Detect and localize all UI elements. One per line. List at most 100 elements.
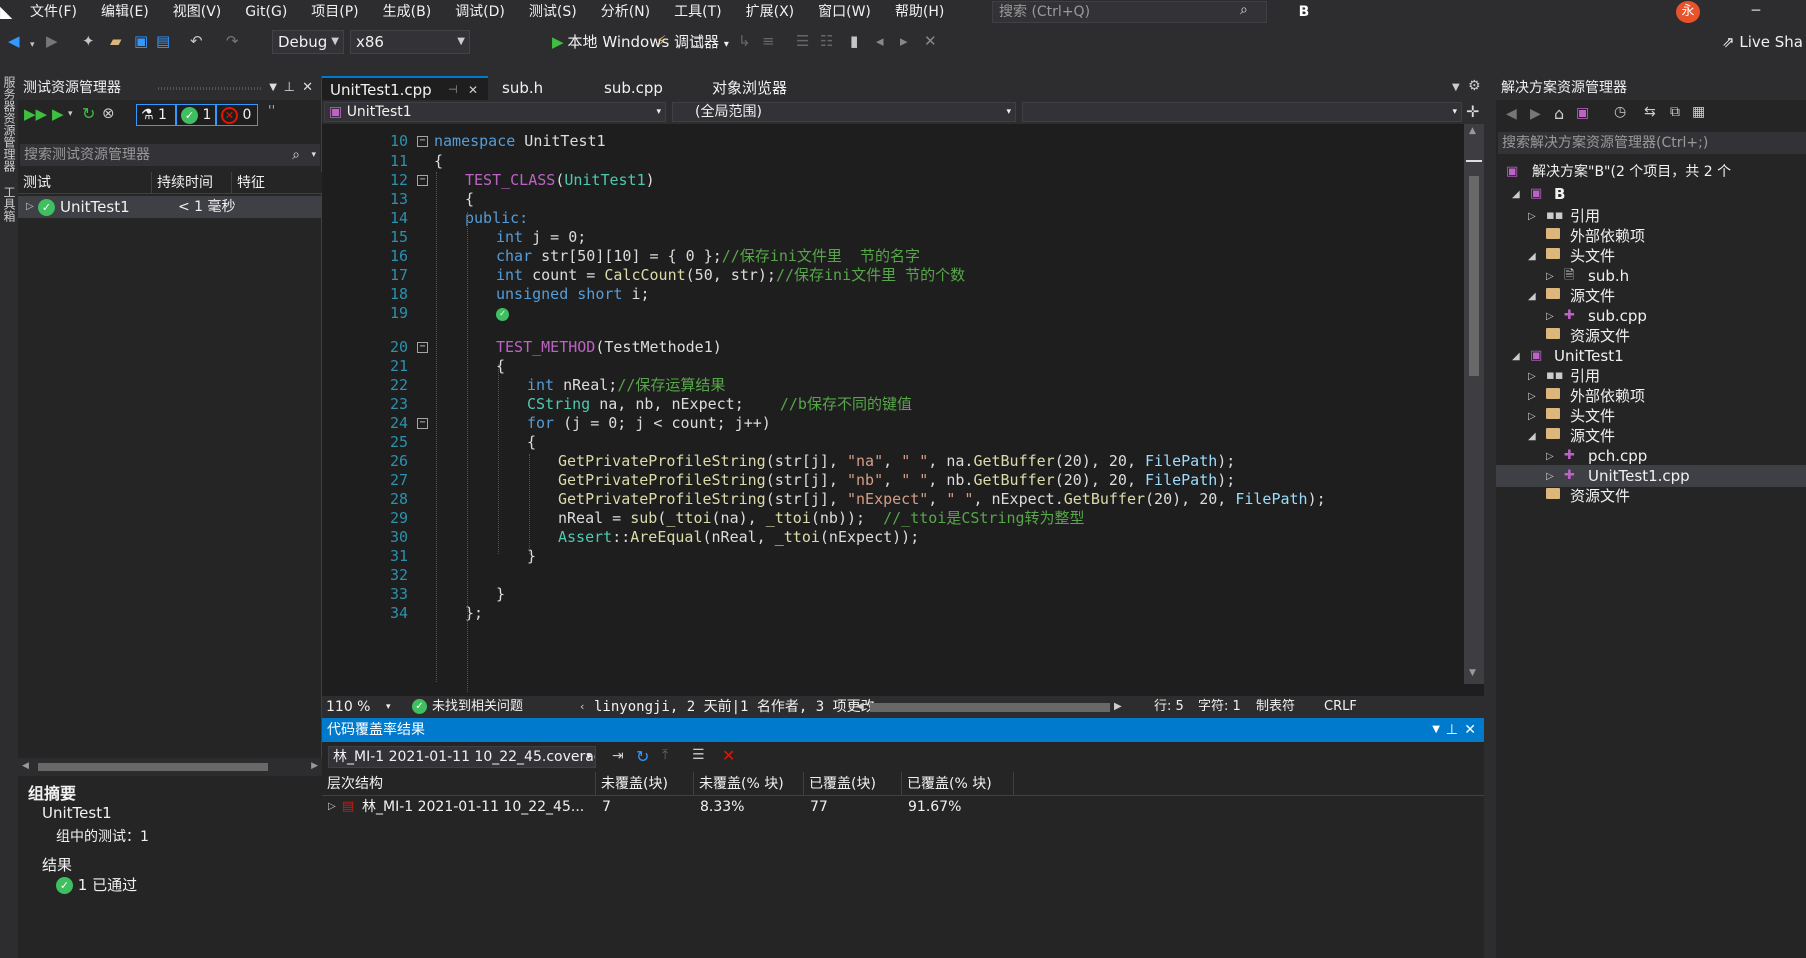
new-project-icon[interactable]: ✦ bbox=[82, 33, 95, 49]
expanded-icon[interactable]: ◢ bbox=[1512, 184, 1520, 206]
platform-select[interactable]: x86 ▼ bbox=[350, 30, 470, 54]
collapse-all-icon[interactable]: ⧉ bbox=[1670, 104, 1680, 120]
scroll-up-icon[interactable]: ▲ bbox=[1469, 126, 1476, 136]
cursor-char[interactable]: 字符: 1 bbox=[1198, 696, 1241, 718]
configuration-select[interactable]: Debug ▼ bbox=[272, 30, 344, 54]
chevron-left-icon[interactable]: ‹ bbox=[580, 696, 584, 718]
pin-icon[interactable]: ⊣ bbox=[448, 78, 458, 102]
hot-reload-icon[interactable]: ⚡ bbox=[656, 33, 667, 49]
scroll-left-icon[interactable]: ◀ bbox=[856, 696, 864, 718]
tree-source-files[interactable]: ◢ 源文件 bbox=[1496, 425, 1806, 447]
code-line[interactable]: TEST_CLASS(UnitTest1) bbox=[465, 171, 655, 190]
total-tests-filter[interactable]: ⚗ 1 bbox=[136, 104, 176, 126]
search-icon[interactable]: ⌕ bbox=[292, 144, 300, 166]
save-icon[interactable]: ▣ bbox=[134, 33, 148, 49]
vertical-scrollbar[interactable]: ▲ ▼ bbox=[1464, 124, 1484, 684]
scroll-thumb[interactable] bbox=[1469, 176, 1479, 376]
code-line[interactable]: int j = 0; bbox=[496, 228, 586, 247]
search-icon[interactable]: ⌕ bbox=[1240, 2, 1248, 18]
code-line[interactable]: GetPrivateProfileString(str[j], "nExpect… bbox=[558, 490, 1326, 509]
scroll-right-icon[interactable]: ▶ bbox=[1114, 696, 1122, 718]
redo-icon[interactable]: ↷ bbox=[226, 33, 239, 49]
close-icon[interactable]: ✕ bbox=[1464, 718, 1476, 742]
code-line[interactable]: for (j = 0; j < count; j++) bbox=[527, 414, 771, 433]
column-covered-blocks[interactable]: 已覆盖(块) bbox=[804, 772, 902, 796]
pin-icon[interactable]: ⊥ bbox=[284, 76, 295, 100]
issues-status[interactable]: 未找到相关问题 bbox=[432, 696, 523, 718]
menu-analyze[interactable]: 分析(N) bbox=[589, 0, 662, 24]
open-folder-icon[interactable]: ▰ bbox=[110, 33, 122, 49]
home-icon[interactable]: ⌂ bbox=[1554, 104, 1564, 123]
code-text[interactable]: namespace UnitTest1{TEST_CLASS(UnitTest1… bbox=[434, 124, 1464, 692]
bookmark-icon[interactable]: ▮ bbox=[850, 33, 858, 49]
prev-bookmark-icon[interactable]: ◂ bbox=[876, 33, 884, 49]
chevron-down-icon[interactable]: ▼ bbox=[269, 76, 277, 100]
code-line[interactable]: GetPrivateProfileString(str[j], "nb", " … bbox=[558, 471, 1235, 490]
format-icon[interactable]: ≡ bbox=[762, 33, 775, 49]
menu-extensions[interactable]: 扩展(X) bbox=[734, 0, 807, 24]
tree-references[interactable]: ▷ ▪▪ 引用 bbox=[1496, 365, 1806, 387]
horizontal-scroll-thumb[interactable] bbox=[870, 703, 1110, 712]
solution-search-input[interactable]: 搜索解决方案资源管理器(Ctrl+;) bbox=[1498, 132, 1806, 154]
horizontal-scrollbar[interactable]: ◀ ▶ bbox=[18, 758, 322, 776]
chevron-down-icon[interactable]: ▼ bbox=[1432, 718, 1440, 742]
undo-icon[interactable]: ↶ bbox=[190, 33, 203, 49]
code-line[interactable]: TEST_METHOD(TestMethode1) bbox=[496, 338, 722, 357]
code-line[interactable]: { bbox=[434, 152, 443, 171]
code-line[interactable]: GetPrivateProfileString(str[j], "na", " … bbox=[558, 452, 1235, 471]
live-share-button[interactable]: ⇗ Live Sha bbox=[1722, 30, 1803, 54]
close-icon[interactable]: ✕ bbox=[302, 76, 313, 100]
comment-icon[interactable]: ☰ bbox=[796, 33, 809, 49]
history-icon[interactable]: ◷ bbox=[1614, 104, 1626, 120]
scroll-left-icon[interactable]: ◀ bbox=[22, 761, 29, 771]
scope-select[interactable]: (全局范围) ▾ bbox=[672, 102, 1016, 122]
back-icon[interactable]: ◀ bbox=[1506, 106, 1517, 122]
uncomment-icon[interactable]: ☷ bbox=[820, 33, 833, 49]
member-select[interactable]: ▾ bbox=[1022, 102, 1462, 122]
tab-sub-cpp[interactable]: sub.cpp bbox=[596, 76, 671, 100]
menu-tools[interactable]: 工具(T) bbox=[662, 0, 733, 24]
merge-icon[interactable]: ☰ bbox=[692, 747, 705, 763]
coverage-row[interactable]: ▷ ▤ 林_MI-1 2021-01-11 10_22_45... 7 8.33… bbox=[322, 796, 1484, 818]
tree-project-unittest1[interactable]: ◢ ▣ UnitTest1 bbox=[1496, 345, 1806, 367]
forward-icon[interactable]: ▶ bbox=[1530, 106, 1541, 122]
column-hierarchy[interactable]: 层次结构 bbox=[322, 772, 596, 796]
collapse-icon[interactable]: − bbox=[417, 418, 428, 429]
tree-header-files[interactable]: ▷ 头文件 bbox=[1496, 405, 1806, 427]
tree-unittest1-cpp[interactable]: ▷ ✚ UnitTest1.cpp bbox=[1496, 465, 1806, 487]
column-not-covered-pct[interactable]: 未覆盖(% 块) bbox=[694, 772, 804, 796]
tree-external-deps[interactable]: ▷ 外部依赖项 bbox=[1496, 385, 1806, 407]
tab-sub-h[interactable]: sub.h bbox=[494, 76, 551, 100]
menu-file[interactable]: 文件(F) bbox=[18, 0, 89, 24]
tree-resource-files[interactable]: 资源文件 bbox=[1496, 325, 1806, 347]
code-line[interactable]: int count = CalcCount(50, str);//保存ini文件… bbox=[496, 266, 965, 285]
expand-icon[interactable]: ▷ bbox=[26, 196, 34, 218]
close-icon[interactable]: ✕ bbox=[468, 78, 478, 102]
chevron-down-icon[interactable]: ▾ bbox=[68, 109, 73, 119]
scroll-down-icon[interactable]: ▼ bbox=[1469, 668, 1476, 678]
export-icon[interactable]: ⤒ bbox=[662, 747, 668, 763]
code-line[interactable]: public: bbox=[465, 209, 528, 228]
import-icon[interactable]: ⇥ bbox=[612, 748, 624, 764]
tree-solution[interactable]: ▣ 解决方案"B"(2 个项目，共 2 个 bbox=[1496, 161, 1806, 183]
menu-build[interactable]: 生成(B) bbox=[371, 0, 444, 24]
git-blame-info[interactable]: linyongji, 2 天前|1 名作者, 3 项更改 bbox=[594, 696, 875, 718]
line-ending[interactable]: CRLF bbox=[1324, 696, 1357, 718]
code-line[interactable]: Assert::AreEqual(nReal, _ttoi(nExpect)); bbox=[558, 528, 919, 547]
passed-tests-filter[interactable]: ✓ 1 bbox=[176, 104, 216, 126]
failed-tests-filter[interactable]: ✕ 0 bbox=[216, 104, 258, 126]
test-passed-codelens-icon[interactable]: ✓ bbox=[496, 308, 509, 321]
cancel-run-icon[interactable]: ⊗ bbox=[102, 104, 115, 122]
code-line[interactable]: CString na, nb, nExpect; //b保存不同的键值 bbox=[527, 395, 912, 414]
tree-references[interactable]: ▷ ▪▪ 引用 bbox=[1496, 205, 1806, 227]
run-all-icon[interactable]: ▶▶ bbox=[24, 105, 47, 123]
code-line[interactable]: char str[50][10] = { 0 };//保存ini文件里 节的名字 bbox=[496, 247, 920, 266]
scroll-thumb[interactable] bbox=[38, 763, 268, 771]
screenshot-icon[interactable]: ▢ bbox=[690, 33, 704, 49]
menu-test[interactable]: 测试(S) bbox=[517, 0, 589, 24]
zoom-level[interactable]: 110 % bbox=[326, 696, 370, 718]
code-line[interactable]: unsigned short i; bbox=[496, 285, 650, 304]
project-select[interactable]: ▣ UnitTest1 ▾ bbox=[324, 102, 666, 122]
menu-view[interactable]: 视图(V) bbox=[161, 0, 234, 24]
run-icon[interactable]: ▶ bbox=[52, 105, 64, 123]
